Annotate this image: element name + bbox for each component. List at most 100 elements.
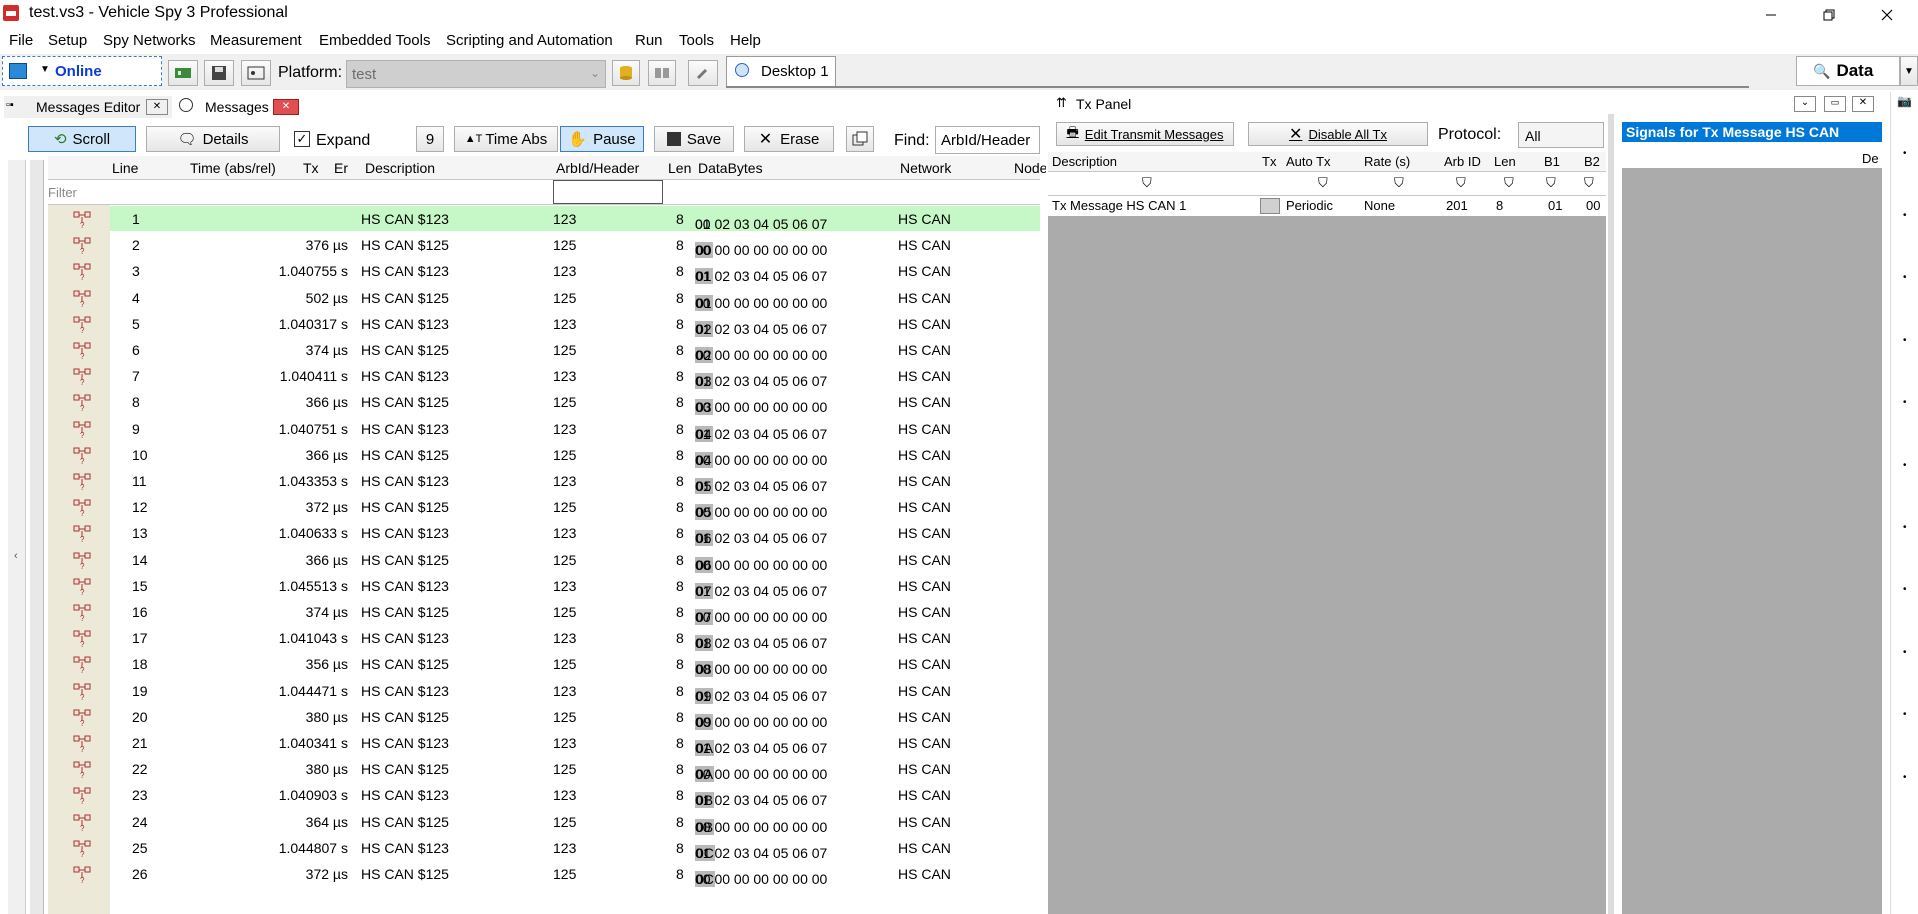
menu-spy-networks[interactable]: Spy Networks [103,32,196,49]
dock-dot[interactable]: • [1903,397,1907,408]
close-button[interactable] [1864,0,1910,30]
table-row[interactable]: ? 21 1.040341 s HS CAN $123 123 8 0A 01 02 03 … [48,730,1040,756]
menu-help[interactable]: Help [730,32,761,49]
menu-tools[interactable]: Tools [679,32,714,49]
col-databytes[interactable]: DataBytes [698,160,763,176]
col-tx[interactable]: Tx [303,160,319,176]
minimize-button[interactable] [1748,0,1794,30]
col-line[interactable]: Line [112,160,138,176]
tab-messages[interactable]: Messages ✕ [175,96,305,118]
table-row[interactable]: ? 3 1.040755 s HS CAN $123 123 8 01 01 02 03 0… [48,258,1040,285]
close-icon[interactable]: ✕ [1852,96,1874,112]
col-len[interactable]: Len [668,160,691,176]
disable-all-tx-button[interactable]: ✕ Disable All Tx [1248,122,1428,146]
menu-setup[interactable]: Setup [48,32,87,49]
save-button[interactable]: Save [654,126,734,152]
restore-button[interactable] [1806,0,1852,30]
close-icon[interactable]: ✕ [273,99,299,115]
table-row[interactable]: ? 5 1.040317 s HS CAN $123 123 8 02 01 02 03 0… [48,311,1040,337]
platform-select[interactable]: test ⌄ [346,60,606,88]
tx-col-b1[interactable]: B1 [1544,154,1560,169]
data-button[interactable]: 🔍 Data [1796,56,1900,86]
dock-dot[interactable]: • [1903,647,1907,658]
dock-dot[interactable]: • [1903,584,1907,595]
table-row[interactable]: ? 14 366 µs HS CAN $125 125 8 06 00 00 00 00 0… [48,547,1040,573]
dock-dot[interactable]: • [1903,148,1907,159]
col-network[interactable]: Network [900,160,951,176]
table-row[interactable]: ? 9 1.040751 s HS CAN $123 123 8 04 01 02 03 0… [48,416,1040,442]
table-row[interactable]: ? 11 1.043353 s HS CAN $123 123 8 05 01 02 03 … [48,468,1040,494]
table-row[interactable]: ? 8 366 µs HS CAN $125 125 8 03 00 00 00 00 00… [48,389,1040,416]
protocol-select[interactable]: All [1518,122,1604,148]
col-time[interactable]: Time (abs/rel) [190,160,276,176]
scroll-button[interactable]: ⟲ Scroll [28,126,136,152]
tx-message-row[interactable]: Tx Message HS CAN 1 Periodic None 201 8 … [1048,196,1606,216]
table-row[interactable]: ? 15 1.045513 s HS CAN $123 123 8 07 01 02 03 … [48,573,1040,599]
table-row[interactable]: ? 10 366 µs HS CAN $125 125 8 04 00 00 00 00 0… [48,442,1040,468]
table-row[interactable]: ? 26 372 µs HS CAN $125 125 8 0C 00 00 00 00 0… [48,861,1040,887]
filter-icon[interactable]: ⛉ [1318,175,1328,191]
filter-icon[interactable]: ⛉ [1546,175,1556,191]
col-description[interactable]: Description [365,160,435,176]
table-row[interactable]: ? 16 374 µs HS CAN $125 125 8 07 00 00 00 00 0… [48,599,1040,625]
dock-dot[interactable]: • [1903,335,1907,346]
copy-button[interactable] [846,126,874,152]
filter-icon[interactable]: ⛉ [1584,175,1594,191]
table-row[interactable]: ? 25 1.044807 s HS CAN $123 123 8 0C 01 02 03 … [48,835,1040,861]
dock-dot[interactable]: • [1903,272,1907,283]
tx-row-checkbox[interactable] [1260,198,1280,214]
nine-button[interactable]: 9 [416,126,444,152]
menu-embedded-tools[interactable]: Embedded Tools [319,32,430,49]
table-row[interactable]: ? 19 1.044471 s HS CAN $123 123 8 09 01 02 03 … [48,678,1040,704]
table-row[interactable]: ? 13 1.040633 s HS CAN $123 123 8 06 01 02 03 … [48,520,1040,547]
data-dropdown-button[interactable]: ▼ [1900,56,1918,86]
pause-button[interactable]: ✋ Pause [560,126,644,152]
tx-col-arbid[interactable]: Arb ID [1444,154,1481,169]
table-row[interactable]: ? 24 364 µs HS CAN $125 125 8 0B 00 00 00 00 0… [48,809,1040,835]
hardware-button[interactable] [168,60,198,86]
dock-dot[interactable]: • [1903,460,1907,471]
filter-icon[interactable]: ⛉ [1504,175,1514,191]
filter-icon[interactable]: ⛉ [1394,175,1404,191]
arbid-filter-input[interactable] [553,180,663,204]
filter-icon[interactable]: ⛉ [1456,175,1466,191]
platform-icon-button[interactable] [241,60,271,86]
tx-col-len[interactable]: Len [1494,154,1516,169]
table-row[interactable]: ? 20 380 µs HS CAN $125 125 8 09 00 00 00 00 0… [48,704,1040,730]
online-combo[interactable]: ▼ Online [2,56,162,86]
tx-col-description[interactable]: Description [1052,154,1117,169]
table-row[interactable]: ? 17 1.041043 s HS CAN $123 123 8 08 01 02 03 … [48,625,1040,652]
left-splitter[interactable]: ‹ [8,160,26,914]
maximize-icon[interactable]: ▭ [1824,96,1846,112]
tx-col-auto[interactable]: Auto Tx [1286,154,1331,169]
tx-col-rate[interactable]: Rate (s) [1364,154,1410,169]
table-row[interactable]: ? 23 1.040903 s HS CAN $123 123 8 0B 01 02 03 … [48,782,1040,809]
tools-button[interactable] [648,60,676,86]
tab-desktop-1[interactable]: Desktop 1 [726,56,836,86]
menu-run[interactable]: Run [635,32,663,49]
filter-icon[interactable]: ⛉ [1142,175,1152,191]
dock-dot[interactable]: • [1903,772,1907,783]
col-er[interactable]: Er [334,160,348,176]
close-icon[interactable]: ✕ [146,99,168,115]
menu-measurement[interactable]: Measurement [210,32,302,49]
tx-col-b2[interactable]: B2 [1584,154,1600,169]
chevron-down-icon[interactable]: ⌄ [1794,96,1816,112]
vertical-splitter[interactable] [1608,114,1614,914]
table-row[interactable]: ? 22 380 µs HS CAN $125 125 8 0A 00 00 00 00 0… [48,756,1040,783]
table-row[interactable]: ? 4 502 µs HS CAN $125 125 8 01 00 00 00 00 00… [48,285,1040,311]
camera-icon[interactable]: 📷 [1897,94,1912,108]
save-config-button[interactable] [204,60,234,86]
expand-checkbox[interactable]: ✓ [294,131,310,147]
table-row[interactable]: ? 1 HS CAN $123 123 8 00 01 02 03 04 05 06 07… [48,206,1040,232]
dock-dot[interactable]: • [1903,709,1907,720]
erase-button[interactable]: ✕ Erase [744,126,834,152]
wrench-button[interactable] [688,60,718,86]
col-node[interactable]: Node [1014,160,1047,176]
database-button[interactable] [612,60,640,86]
time-abs-button[interactable]: ▲T Time Abs [454,126,558,152]
tab-messages-editor[interactable]: ▫▪ Messages Editor ✕ [4,96,172,118]
dock-dot[interactable]: • [1903,522,1907,533]
table-row[interactable]: ? 18 356 µs HS CAN $125 125 8 08 00 00 00 00 0… [48,651,1040,678]
menu-scripting[interactable]: Scripting and Automation [446,32,613,49]
